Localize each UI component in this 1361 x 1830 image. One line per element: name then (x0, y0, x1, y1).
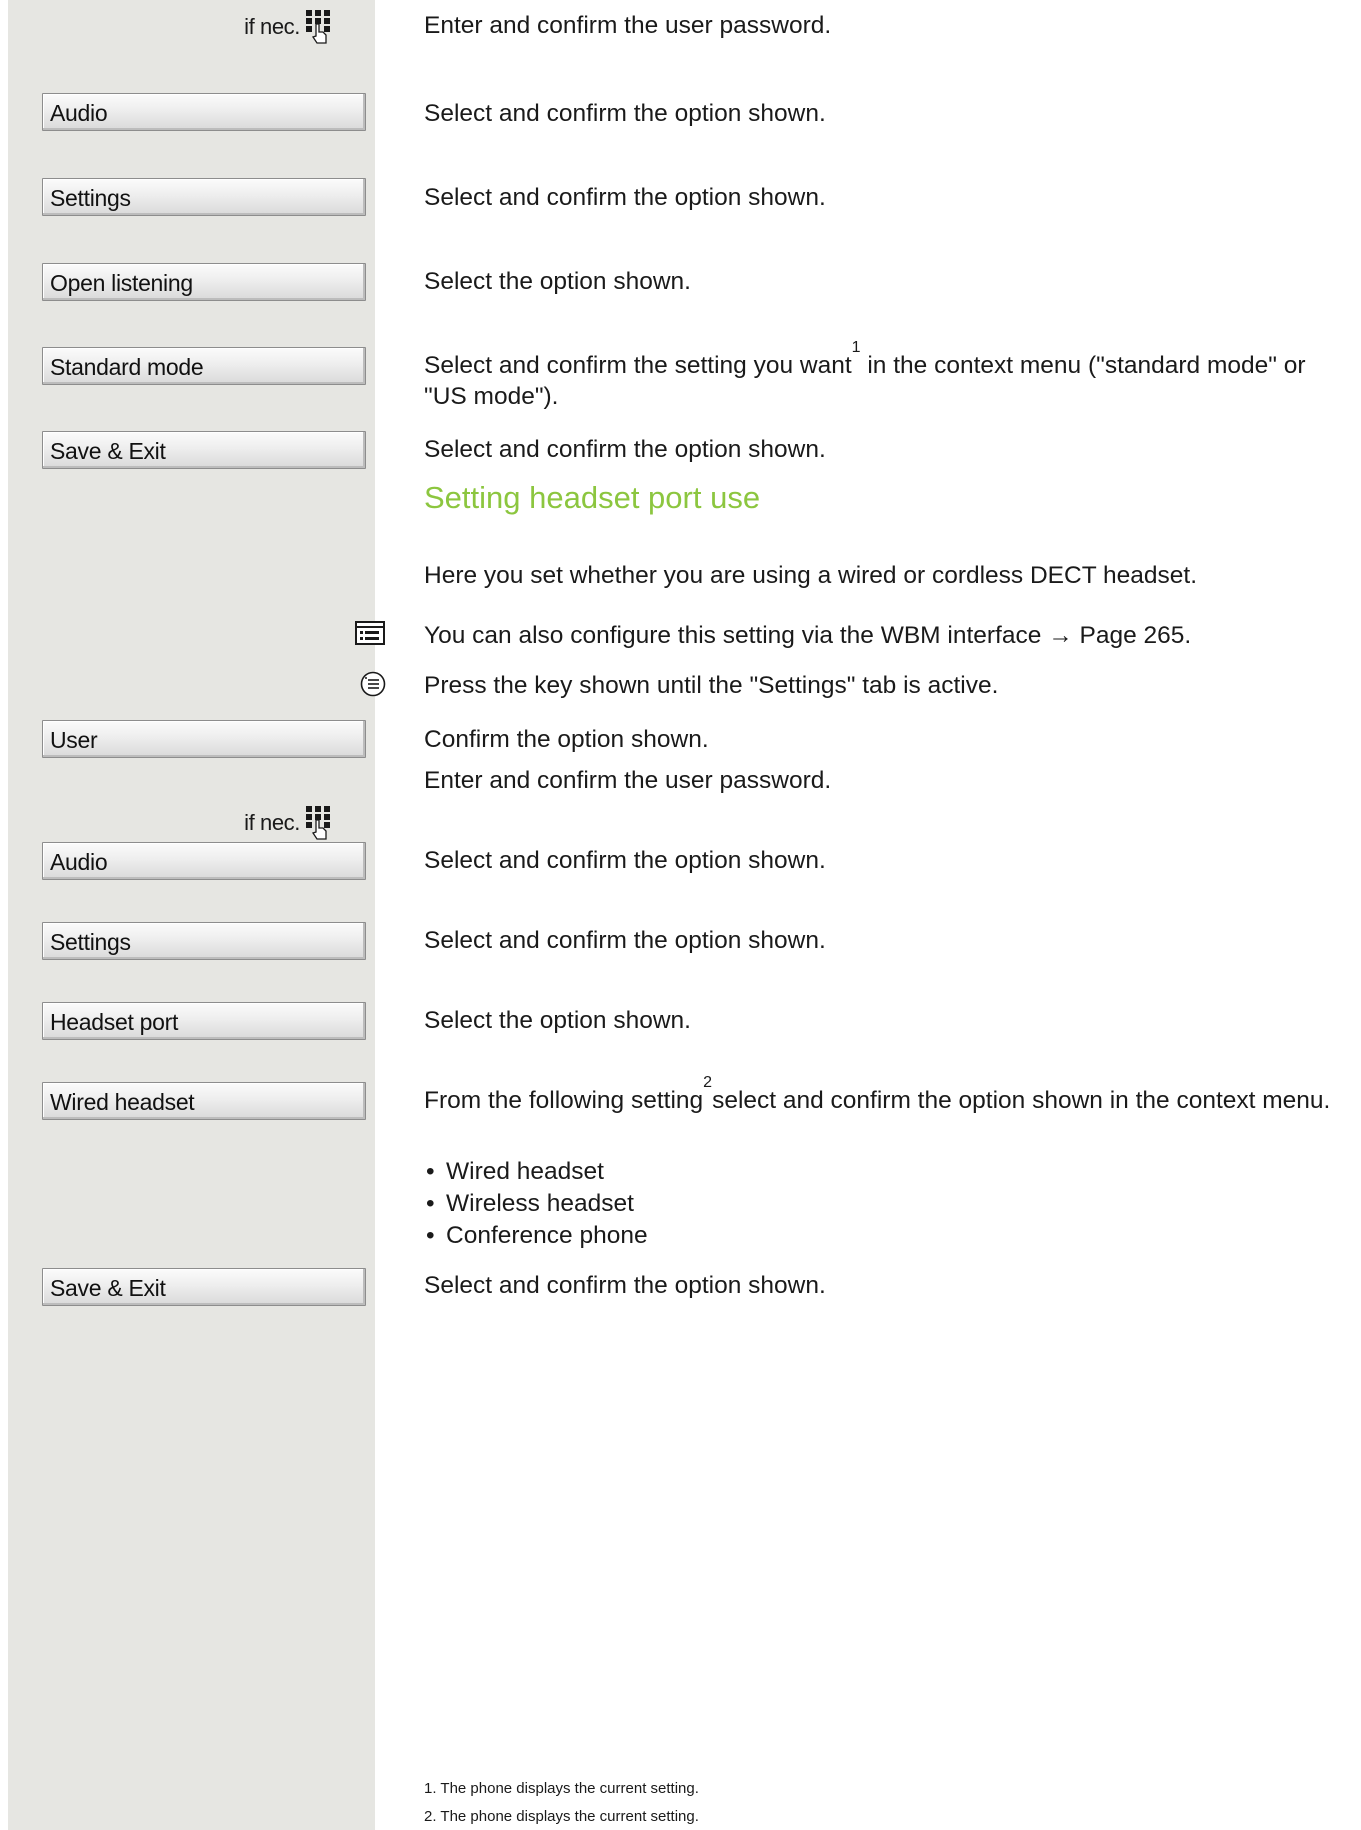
arrow-icon: → (1048, 622, 1073, 649)
step-text-part: From the following setting (424, 1087, 704, 1114)
step-select-headset: From the following setting2select and co… (424, 1075, 1344, 1116)
step-text: Select and confirm the option shown. (424, 184, 826, 211)
step-text: Select the option shown. (424, 268, 691, 295)
list-item: Conference phone (424, 1220, 648, 1252)
menu-option-user[interactable]: User (42, 720, 366, 758)
step-text: Select and confirm the option shown. (424, 847, 826, 874)
menu-option-headset-port[interactable]: Headset port (42, 1002, 366, 1040)
menu-option-save-exit[interactable]: Save & Exit (42, 431, 366, 469)
step-text-part: select and confirm the option shown in t… (712, 1087, 1331, 1114)
step-enter-password: Enter and confirm the user password. (424, 12, 832, 39)
menu-option-audio[interactable]: Audio (42, 842, 366, 880)
step-text: Select and confirm the option shown. (424, 436, 826, 463)
list-item: Wireless headset (424, 1188, 648, 1220)
headset-options-list: Wired headset Wireless headset Conferenc… (424, 1156, 648, 1252)
wbm-text: You can also configure this setting via … (424, 622, 1042, 649)
if-necessary-keypad-hint: if nec. (200, 7, 332, 47)
if-necessary-keypad-hint: if nec. (200, 803, 332, 843)
section-intro: Here you set whether you are using a wir… (424, 562, 1198, 589)
menu-option-wired-headset[interactable]: Wired headset (42, 1082, 366, 1120)
menu-option-save-exit[interactable]: Save & Exit (42, 1268, 366, 1306)
step-text: Confirm the option shown. (424, 726, 709, 753)
menu-option-open-listening[interactable]: Open listening (42, 263, 366, 301)
step-text-part: Select and confirm the setting you want (424, 352, 852, 379)
wbm-icon (355, 621, 385, 650)
footnote-2: 2. The phone displays the current settin… (424, 1808, 699, 1825)
step-select-setting: Select and confirm the setting you want1… (424, 340, 1344, 412)
step-press-key: Press the key shown until the "Settings"… (424, 672, 999, 699)
step-text: Select and confirm the option shown. (424, 100, 826, 127)
list-item: Wired headset (424, 1156, 648, 1188)
step-text: Select and confirm the option shown. (424, 1272, 826, 1299)
footnote-1: 1. The phone displays the current settin… (424, 1780, 699, 1797)
keypad-icon (306, 806, 332, 840)
menu-option-standard-mode[interactable]: Standard mode (42, 347, 366, 385)
if-nec-label: if nec. (244, 810, 300, 835)
step-text: Select the option shown. (424, 1007, 691, 1034)
page-reference-link[interactable]: Page 265. (1080, 622, 1192, 649)
wbm-note: You can also configure this setting via … (424, 620, 1344, 651)
step-text: Select and confirm the option shown. (424, 927, 826, 954)
if-nec-label: if nec. (244, 14, 300, 39)
footnote-ref-2: 2 (703, 1074, 713, 1091)
menu-key-icon (360, 671, 386, 702)
menu-option-settings[interactable]: Settings (42, 922, 366, 960)
menu-option-settings[interactable]: Settings (42, 178, 366, 216)
footnote-ref-1: 1 (851, 339, 861, 356)
menu-option-audio[interactable]: Audio (42, 93, 366, 131)
section-heading: Setting headset port use (424, 480, 761, 515)
step-enter-password: Enter and confirm the user password. (424, 767, 832, 794)
keypad-icon (306, 10, 332, 44)
